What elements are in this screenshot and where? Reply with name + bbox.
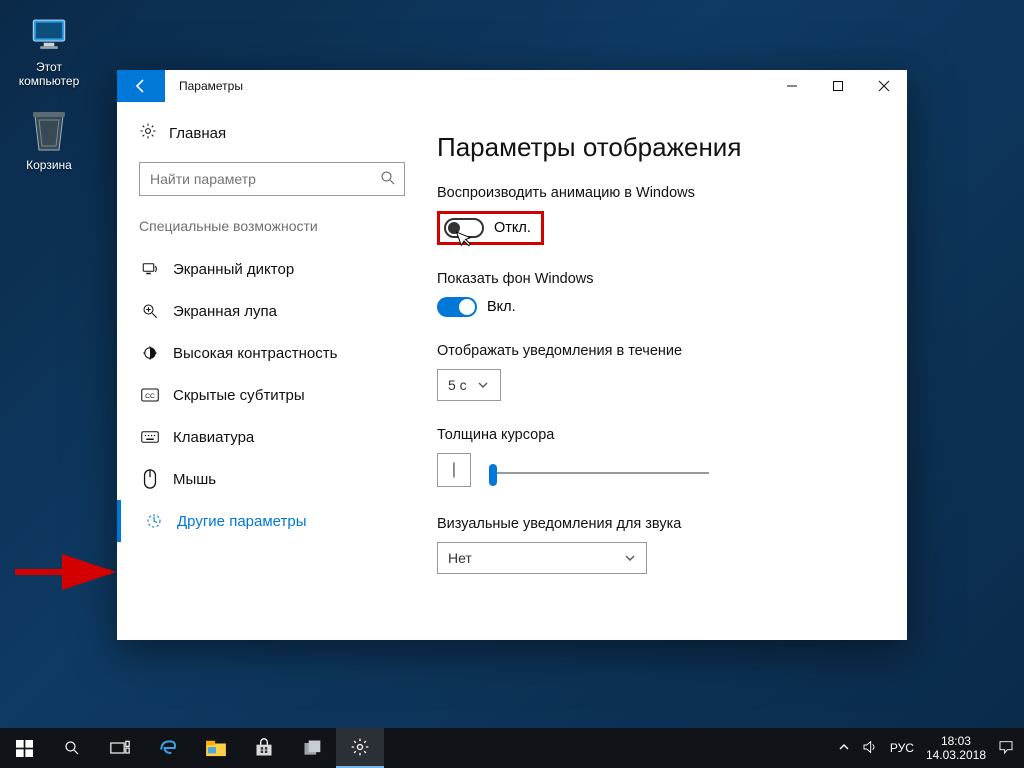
page-title: Параметры отображения xyxy=(437,132,877,163)
start-button[interactable] xyxy=(0,728,48,768)
sidebar-item-label: Скрытые субтитры xyxy=(173,387,305,404)
taskbar-explorer[interactable] xyxy=(192,728,240,768)
taskbar-search[interactable] xyxy=(48,728,96,768)
other-options-icon xyxy=(145,512,163,530)
content-pane: Параметры отображения Воспроизводить ани… xyxy=(427,102,907,640)
desktop-icon-label: Этот компьютер xyxy=(10,60,88,88)
mouse-icon xyxy=(141,469,159,489)
svg-text:CC: CC xyxy=(145,393,155,400)
sidebar-item-high-contrast[interactable]: Высокая контрастность xyxy=(139,332,405,374)
setting-label-animations: Воспроизводить анимацию в Windows xyxy=(437,185,877,201)
titlebar: Параметры xyxy=(117,70,907,102)
setting-label-visual-notifications: Визуальные уведомления для звука xyxy=(437,516,877,532)
desktop-icon-this-pc[interactable]: Этот компьютер xyxy=(10,10,88,88)
taskbar-task-view[interactable] xyxy=(96,728,144,768)
slider-thumb[interactable] xyxy=(489,464,497,486)
slider-cursor-thickness[interactable] xyxy=(489,456,709,490)
sidebar-item-label: Экранный диктор xyxy=(173,261,294,278)
tray-language[interactable]: РУС xyxy=(890,741,914,755)
annotation-arrow xyxy=(10,552,120,597)
tray-clock[interactable]: 18:03 14.03.2018 xyxy=(926,734,986,762)
desktop-icon-label: Корзина xyxy=(10,158,88,172)
minimize-button[interactable] xyxy=(769,70,815,102)
sidebar-item-magnifier[interactable]: Экранная лупа xyxy=(139,290,405,332)
recycle-bin-icon xyxy=(25,108,73,156)
sidebar-item-label: Другие параметры xyxy=(177,513,307,530)
sidebar-home-label: Главная xyxy=(169,125,226,142)
tray-chevron-icon[interactable] xyxy=(838,741,850,756)
toggle-background-state: Вкл. xyxy=(487,299,516,315)
taskbar: РУС 18:03 14.03.2018 xyxy=(0,728,1024,768)
tray-time: 18:03 xyxy=(926,734,986,748)
dropdown-value: Нет xyxy=(448,550,472,566)
toggle-background[interactable] xyxy=(437,297,477,317)
sidebar-home[interactable]: Главная xyxy=(139,122,405,144)
computer-icon xyxy=(25,10,73,58)
system-tray: РУС 18:03 14.03.2018 xyxy=(838,734,1024,762)
keyboard-icon xyxy=(141,429,159,445)
sidebar-item-label: Высокая контрастность xyxy=(173,345,337,362)
dropdown-visual-notifications[interactable]: Нет xyxy=(437,542,647,574)
sidebar-item-other-options[interactable]: Другие параметры xyxy=(117,500,405,542)
dropdown-value: 5 с xyxy=(448,377,467,393)
search-box[interactable] xyxy=(139,162,405,196)
setting-label-cursor: Толщина курсора xyxy=(437,427,877,443)
back-button[interactable] xyxy=(117,70,165,102)
cursor-thickness-preview: | xyxy=(437,453,471,487)
chevron-down-icon xyxy=(624,552,636,564)
toggle-animations-state: Откл. xyxy=(494,220,531,236)
sidebar-category: Специальные возможности xyxy=(139,218,405,234)
tray-volume-icon[interactable] xyxy=(862,739,878,758)
highlight-box: Откл. xyxy=(437,211,544,245)
sidebar-item-narrator[interactable]: Экранный диктор xyxy=(139,248,405,290)
chevron-down-icon xyxy=(477,379,489,391)
sidebar-item-closed-captions[interactable]: CC Скрытые субтитры xyxy=(139,374,405,416)
cc-icon: CC xyxy=(141,387,159,403)
dropdown-notification-duration[interactable]: 5 с xyxy=(437,369,501,401)
taskbar-store[interactable] xyxy=(240,728,288,768)
close-button[interactable] xyxy=(861,70,907,102)
sidebar-item-keyboard[interactable]: Клавиатура xyxy=(139,416,405,458)
taskbar-settings[interactable] xyxy=(336,728,384,768)
tray-action-center-icon[interactable] xyxy=(998,739,1014,758)
search-input[interactable] xyxy=(139,162,405,196)
taskbar-app[interactable] xyxy=(288,728,336,768)
tray-date: 14.03.2018 xyxy=(926,748,986,762)
search-icon xyxy=(379,169,397,192)
sidebar: Главная Специальные возможности Экранный… xyxy=(117,102,427,640)
sidebar-item-label: Экранная лупа xyxy=(173,303,277,320)
magnifier-icon xyxy=(141,302,159,320)
desktop-icon-recycle-bin[interactable]: Корзина xyxy=(10,108,88,172)
setting-label-background: Показать фон Windows xyxy=(437,271,877,287)
sidebar-item-label: Мышь xyxy=(173,471,216,488)
maximize-button[interactable] xyxy=(815,70,861,102)
contrast-icon xyxy=(141,344,159,362)
narrator-icon xyxy=(141,260,159,278)
sidebar-item-mouse[interactable]: Мышь xyxy=(139,458,405,500)
settings-window: Параметры Главная Специальные возможност… xyxy=(117,70,907,640)
window-title: Параметры xyxy=(165,70,243,102)
taskbar-edge[interactable] xyxy=(144,728,192,768)
gear-icon xyxy=(139,122,157,144)
sidebar-item-label: Клавиатура xyxy=(173,429,254,446)
setting-label-notifications: Отображать уведомления в течение xyxy=(437,343,877,359)
